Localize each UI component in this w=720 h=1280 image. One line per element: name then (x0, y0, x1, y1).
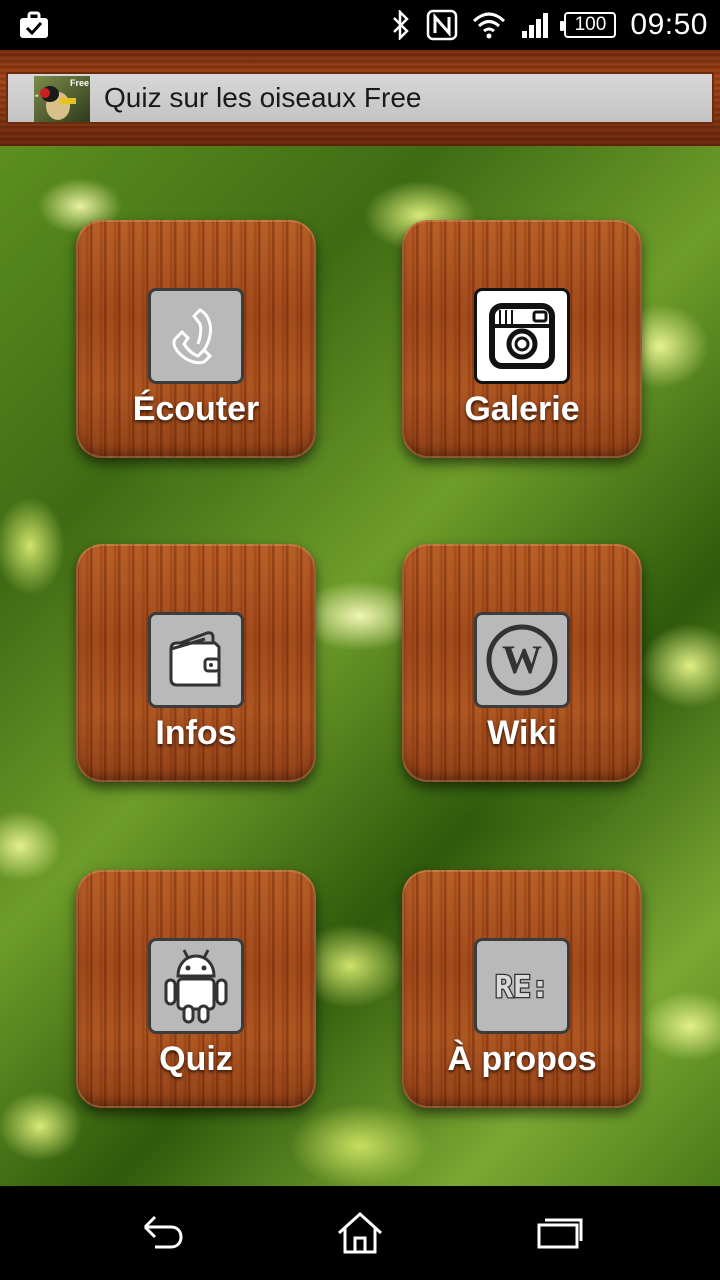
android-icon (148, 938, 244, 1034)
back-icon (143, 1215, 183, 1249)
svg-text:W: W (502, 637, 542, 682)
apropos-label: À propos (447, 1040, 597, 1078)
phone-icon (148, 288, 244, 384)
quiz-button[interactable]: Quiz (76, 870, 316, 1108)
bird-app-icon[interactable]: Free (34, 76, 90, 122)
wifi-icon (473, 12, 506, 39)
app-bar: Free Quiz sur les oiseaux Free (0, 50, 720, 146)
ecouter-button[interactable]: Écouter (76, 220, 316, 458)
status-bar: 100 09:50 (0, 0, 720, 50)
clock: 09:50 (630, 8, 708, 41)
battery-level: 100 (574, 14, 607, 35)
infos-label: Infos (155, 714, 237, 752)
bluetooth-icon (393, 10, 410, 40)
recent-apps-button[interactable] (530, 1208, 590, 1258)
wordpress-icon: W (474, 612, 570, 708)
galerie-label: Galerie (464, 390, 580, 428)
app-icon-badge: Free (70, 78, 89, 88)
battery-icon: 100 (560, 12, 617, 38)
nfc-icon (427, 9, 458, 41)
back-button[interactable] (130, 1208, 190, 1258)
app-title: Quiz sur les oiseaux Free (104, 82, 422, 113)
recent-apps-icon (537, 1218, 583, 1249)
re-icon: RE: (474, 938, 570, 1034)
wallet-icon (148, 612, 244, 708)
main-menu: Écouter Galerie Infos W Wiki Quiz RE: À … (0, 146, 720, 1186)
home-button[interactable] (330, 1208, 390, 1258)
camera-icon (474, 288, 570, 384)
title-panel: Free Quiz sur les oiseaux Free (6, 72, 714, 124)
wiki-label: Wiki (487, 714, 557, 752)
re-icon-text: RE: (495, 970, 549, 1005)
navigation-bar (0, 1186, 720, 1280)
wiki-button[interactable]: W Wiki (402, 544, 642, 782)
galerie-button[interactable]: Galerie (402, 220, 642, 458)
home-icon (337, 1211, 383, 1254)
apropos-button[interactable]: RE: À propos (402, 870, 642, 1108)
ecouter-label: Écouter (132, 390, 260, 428)
quiz-label: Quiz (159, 1040, 233, 1078)
signal-icon (522, 13, 549, 38)
infos-button[interactable]: Infos (76, 544, 316, 782)
briefcase-icon (20, 11, 48, 38)
